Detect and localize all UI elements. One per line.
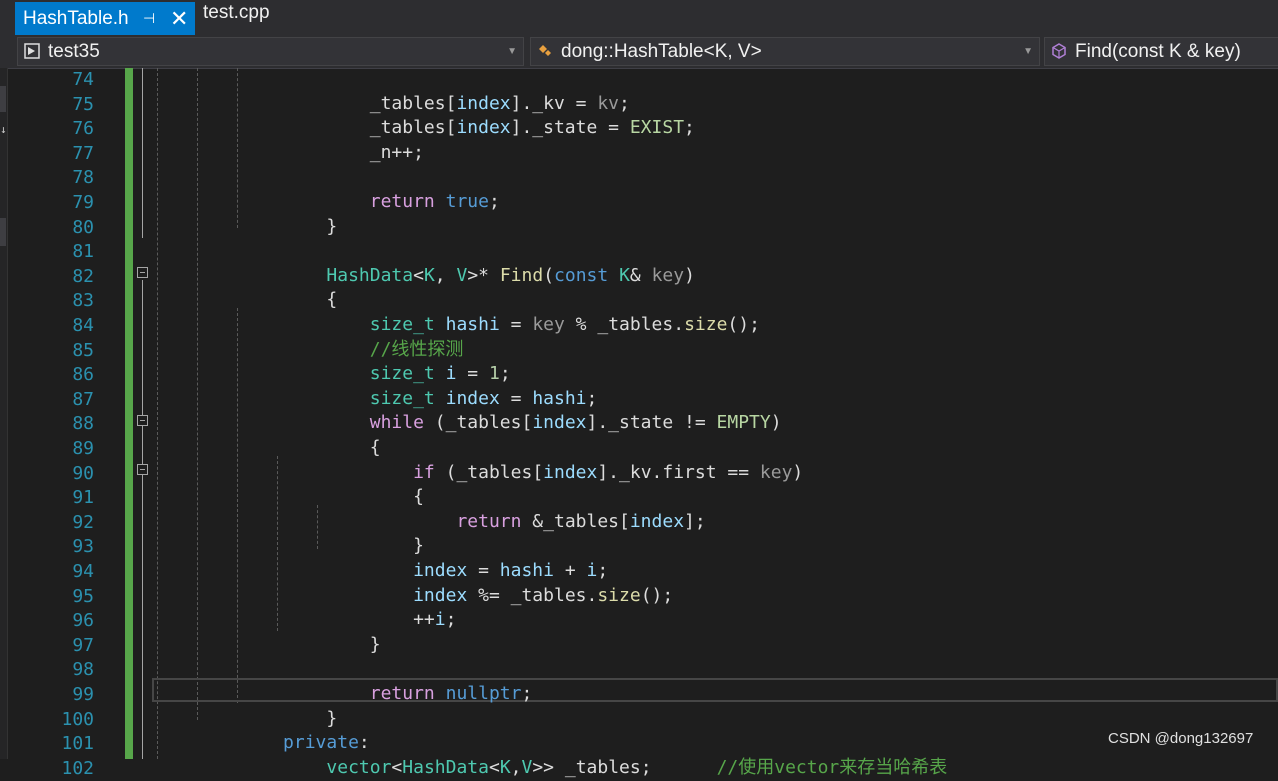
code-line: while (_tables[index]._state != EMPTY) <box>369 412 782 434</box>
line-number: 79 <box>72 192 94 213</box>
side-panel-strip: ↓ <box>0 68 8 759</box>
scope-dropdown[interactable]: dong::HashTable<K, V> ▼ <box>530 37 1040 66</box>
line-number: 85 <box>72 339 94 361</box>
code-line: _n++; <box>153 141 424 163</box>
line-number: 100 <box>61 708 94 730</box>
code-line: HashData<K, V>* Find(const K& key) <box>326 264 695 286</box>
line-number: 89 <box>72 438 94 459</box>
line-number: 75 <box>72 93 94 115</box>
tab-test-cpp[interactable]: test.cpp <box>203 2 270 35</box>
code-line: _tables[index]._state = EXIST; <box>153 117 695 139</box>
chevron-down-icon[interactable]: ▼ <box>507 38 517 65</box>
line-number: 95 <box>72 585 94 607</box>
tab-label: test.cpp <box>203 2 270 23</box>
line-number: 90 <box>72 462 94 484</box>
code-line: index %= _tables.size(); <box>413 584 674 606</box>
collapse-icon[interactable] <box>137 415 148 426</box>
line-number: 87 <box>72 388 94 410</box>
line-number: 88 <box>72 413 94 435</box>
close-icon[interactable]: ✕ <box>170 2 188 35</box>
tab-label: HashTable.h <box>23 8 129 29</box>
line-number: 98 <box>72 659 94 681</box>
tab-hashtable-h[interactable]: HashTable.h ⊣ ✕ <box>15 2 195 35</box>
line-number: 99 <box>72 684 94 705</box>
line-number: 94 <box>72 561 94 582</box>
member-dropdown[interactable]: Find(const K & key) <box>1044 37 1278 66</box>
change-tracking-bar <box>125 68 133 759</box>
line-number: 102 <box>61 757 94 779</box>
code-line: _tables[index]._kv = kv; <box>153 92 630 114</box>
project-icon <box>24 43 40 59</box>
line-number: 101 <box>61 733 94 755</box>
project-name: test35 <box>48 41 100 62</box>
collapse-icon[interactable] <box>137 464 148 475</box>
code-line: } <box>153 633 381 655</box>
line-number: 91 <box>72 487 94 509</box>
line-number: 92 <box>72 511 94 533</box>
pin-icon[interactable]: ⊣ <box>143 2 155 35</box>
line-number: 81 <box>72 241 94 263</box>
navigation-bar: test35 ▼ dong::HashTable<K, V> ▼ Find(co… <box>0 35 1278 69</box>
line-number: 83 <box>72 290 94 312</box>
panel-tab-glyph: ↓ <box>0 123 7 136</box>
fold-guide <box>142 280 143 759</box>
code-line: index = hashi + i; <box>413 560 609 581</box>
line-number: 84 <box>72 315 94 336</box>
code-line: } <box>153 707 338 729</box>
line-number: 97 <box>72 634 94 656</box>
code-line: size_t i = 1; <box>369 363 511 385</box>
line-number: 78 <box>72 167 94 189</box>
line-number: 74 <box>72 69 94 90</box>
line-number-gutter: 74 75 76 77 78 79 80 81 82 83 84 85 86 87 88 89 90 91 92 93… <box>44 68 94 779</box>
fold-guide <box>142 68 143 238</box>
line-number: 93 <box>72 536 94 558</box>
code-line: vector<HashData<K,V>> _tables; //使用vecto… <box>326 756 948 778</box>
watermark: CSDN @dong132697 <box>1108 730 1254 747</box>
code-line: size_t index = hashi; <box>369 387 598 409</box>
code-line: return true; <box>369 191 500 212</box>
code-line: { <box>153 289 338 311</box>
code-line: private: <box>283 732 370 754</box>
code-line: size_t hashi = key % _tables.size(); <box>369 314 760 335</box>
code-line: { <box>153 437 381 458</box>
code-line: } <box>153 215 338 237</box>
member-name: Find(const K & key) <box>1075 41 1241 62</box>
line-number: 86 <box>72 364 94 386</box>
code-line: //线性探测 <box>369 338 464 360</box>
chevron-down-icon[interactable]: ▼ <box>1023 38 1033 65</box>
line-number: 82 <box>72 265 94 287</box>
code-line: } <box>153 535 424 557</box>
panel-tab[interactable] <box>0 218 6 246</box>
line-number: 76 <box>72 118 94 140</box>
scope-name: dong::HashTable<K, V> <box>561 41 762 62</box>
line-number: 80 <box>72 216 94 238</box>
project-dropdown[interactable]: test35 ▼ <box>17 37 524 66</box>
code-line: ++i; <box>153 609 457 631</box>
code-line: return nullptr; <box>369 683 533 704</box>
line-number: 96 <box>72 610 94 632</box>
class-icon <box>539 45 551 56</box>
panel-tab[interactable] <box>0 86 6 112</box>
code-line: return &_tables[index]; <box>456 510 706 532</box>
document-tab-bar: HashTable.h ⊣ ✕ test.cpp <box>0 0 1278 35</box>
method-icon <box>1052 43 1066 59</box>
collapse-icon[interactable] <box>137 267 148 278</box>
code-line: if (_tables[index]._kv.first == key) <box>413 461 804 483</box>
line-number: 77 <box>72 142 94 164</box>
code-line: { <box>153 486 424 508</box>
